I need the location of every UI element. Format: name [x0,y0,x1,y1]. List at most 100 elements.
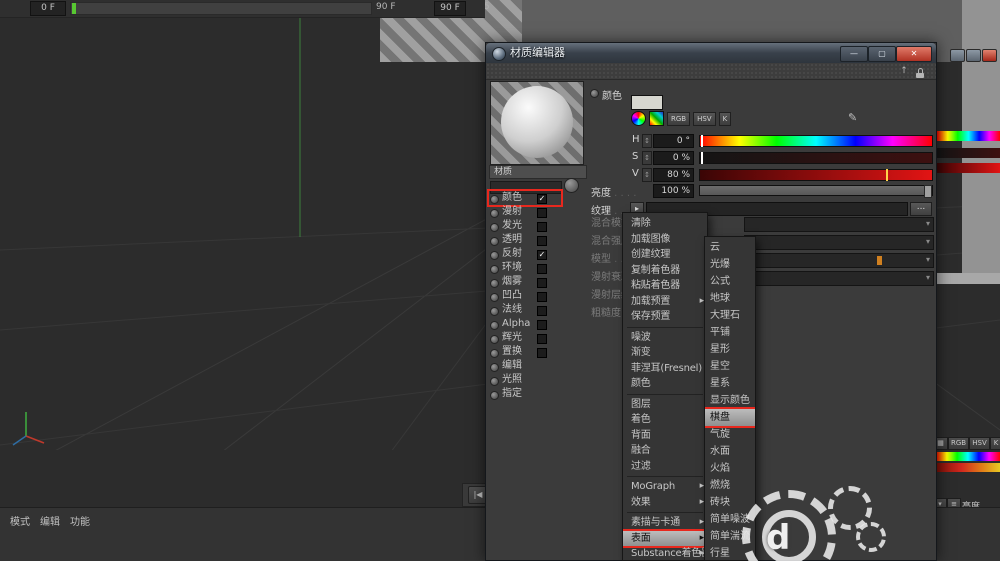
maximize-button[interactable]: ▢ [868,46,896,62]
hue-value-field[interactable]: 0 ° [653,134,694,148]
surface-submenu-item[interactable]: 水面 [705,443,755,460]
close-button[interactable]: ✕ [896,46,932,62]
channel-item[interactable]: 颜色 ✓ [489,191,561,205]
surface-submenu-item[interactable]: 公式 [705,273,755,290]
context-menu-item[interactable]: 噪波 [623,330,707,346]
surface-submenu-item[interactable]: 光爆 [705,256,755,273]
context-menu-item[interactable]: 保存预置 [623,309,707,325]
context-menu-item[interactable]: Substance着色器 ▸ [623,546,707,560]
channel-checkbox[interactable] [537,207,547,218]
hue-marker[interactable] [701,135,703,147]
surface-submenu-item[interactable]: 平铺 [705,324,755,341]
context-menu-item[interactable]: 着色 [623,412,707,428]
context-menu-item[interactable]: 粘贴着色器 [623,278,707,294]
pin-icon[interactable]: ↑ [898,65,910,77]
context-menu-item[interactable]: 渐变 [623,345,707,361]
surface-submenu-item[interactable]: 火焰 [705,460,755,477]
channel-checkbox[interactable] [537,221,547,232]
channel-item[interactable]: 辉光 [489,331,561,345]
surface-submenu-item[interactable]: 大理石 [705,307,755,324]
brightness-value-field[interactable]: 100 % [653,184,694,198]
context-menu-item[interactable]: 菲涅耳(Fresnel) [623,361,707,377]
material-preview[interactable] [490,81,584,165]
current-frame-field[interactable]: 0 F [30,1,66,16]
context-menu-item[interactable]: 表面 ▸ [623,530,707,546]
rgb-button[interactable]: RGB [667,111,691,126]
surface-submenu-item[interactable]: 行星 [705,545,755,560]
brightness-handle[interactable] [924,185,932,198]
background-minimize-button[interactable] [950,49,965,62]
context-menu-item[interactable]: MoGraph ▸ [623,479,707,495]
background-maximize-button[interactable] [966,49,981,62]
channel-checkbox[interactable] [537,277,547,288]
menubar-item[interactable]: 模式 [10,513,30,528]
brightness-slider[interactable] [699,185,933,198]
background-close-button[interactable] [982,49,997,62]
context-menu-item[interactable]: 加载图像 [623,232,707,248]
surface-submenu-item[interactable]: 显示颜色 [705,392,755,409]
channel-item[interactable]: 环境 [489,261,561,275]
context-menu-item[interactable]: 加载预置 ▸ [623,294,707,310]
channel-item[interactable]: 透明 [489,233,561,247]
texture-browse-button[interactable]: ... [910,202,932,216]
saturation-value-field[interactable]: 0 % [653,151,694,165]
channel-checkbox[interactable]: ✓ [537,249,547,260]
channel-checkbox[interactable]: ✓ [537,193,547,204]
channel-checkbox[interactable] [537,319,547,330]
color-wheel-icon[interactable] [631,111,646,126]
value-spinner[interactable]: ↕ [642,168,652,182]
context-menu-item[interactable]: 复制着色器 [623,263,707,279]
hue-slider[interactable] [699,135,933,147]
channel-checkbox[interactable] [537,305,547,316]
color-picker-pen-icon[interactable]: ✎ [848,111,857,124]
channel-item[interactable]: 置换 [489,345,561,359]
surface-submenu-item[interactable]: 简单湍流 [705,528,755,545]
menubar-item[interactable]: 编辑 [40,513,60,528]
surface-submenu-item[interactable]: 棋盘 [705,409,755,426]
rgb-mode-button[interactable]: RGB [948,437,969,450]
channel-checkbox[interactable] [537,347,547,358]
channel-item[interactable]: 编辑 [489,359,561,373]
context-menu-item[interactable]: 效果 ▸ [623,495,707,511]
spectrum-icon[interactable] [649,111,664,126]
surface-submenu-item[interactable]: 气旋 [705,426,755,443]
lock-icon[interactable] [914,65,926,78]
saturation-marker[interactable] [701,152,703,164]
channel-item[interactable]: 凹凸 [489,289,561,303]
context-menu-item[interactable]: 素描与卡通 ▸ [623,515,707,531]
context-menu-item[interactable]: 背面 [623,428,707,444]
channel-item[interactable]: 法线 [489,303,561,317]
channel-item[interactable]: 反射 ✓ [489,247,561,261]
context-menu-item[interactable]: 图层 [623,397,707,413]
channel-item[interactable]: 光照 [489,373,561,387]
channel-item[interactable]: 发光 [489,219,561,233]
current-frame-marker[interactable] [72,3,76,14]
surface-submenu-item[interactable]: 星空 [705,358,755,375]
window-title-bar[interactable]: 材质编辑器 — ▢ ✕ [486,43,936,64]
end-frame-field[interactable]: 90 F [434,1,466,16]
kelvin-button[interactable]: K [718,111,732,126]
surface-submenu-item[interactable]: 地球 [705,290,755,307]
hsv-button[interactable]: HSV [693,111,716,126]
channel-item[interactable]: Alpha [489,317,561,331]
hue-spinner[interactable]: ↕ [642,134,652,148]
saturation-slider[interactable] [699,152,933,164]
saturation-spinner[interactable]: ↕ [642,151,652,165]
hsv-mode-button[interactable]: HSV [969,437,990,450]
surface-submenu-item[interactable]: 简单噪波 [705,511,755,528]
channel-item[interactable]: 烟雾 [489,275,561,289]
channel-item[interactable]: 漫射 [489,205,561,219]
surface-submenu-item[interactable]: 燃烧 [705,477,755,494]
kelvin-mode-button[interactable]: K [990,437,1000,450]
value-slider[interactable] [699,169,933,181]
timeline-row[interactable]: 0 F 90 F 90 F [0,0,485,18]
menubar-item[interactable]: 功能 [70,513,90,528]
value-value-field[interactable]: 80 % [653,168,694,182]
color-swatch[interactable] [631,95,663,110]
context-menu-item[interactable]: 融合 [623,443,707,459]
channel-checkbox[interactable] [537,333,547,344]
value-marker[interactable] [885,169,888,181]
context-menu-item[interactable]: 清除 [623,216,707,232]
surface-submenu-item[interactable]: 星系 [705,375,755,392]
surface-submenu-item[interactable]: 星形 [705,341,755,358]
